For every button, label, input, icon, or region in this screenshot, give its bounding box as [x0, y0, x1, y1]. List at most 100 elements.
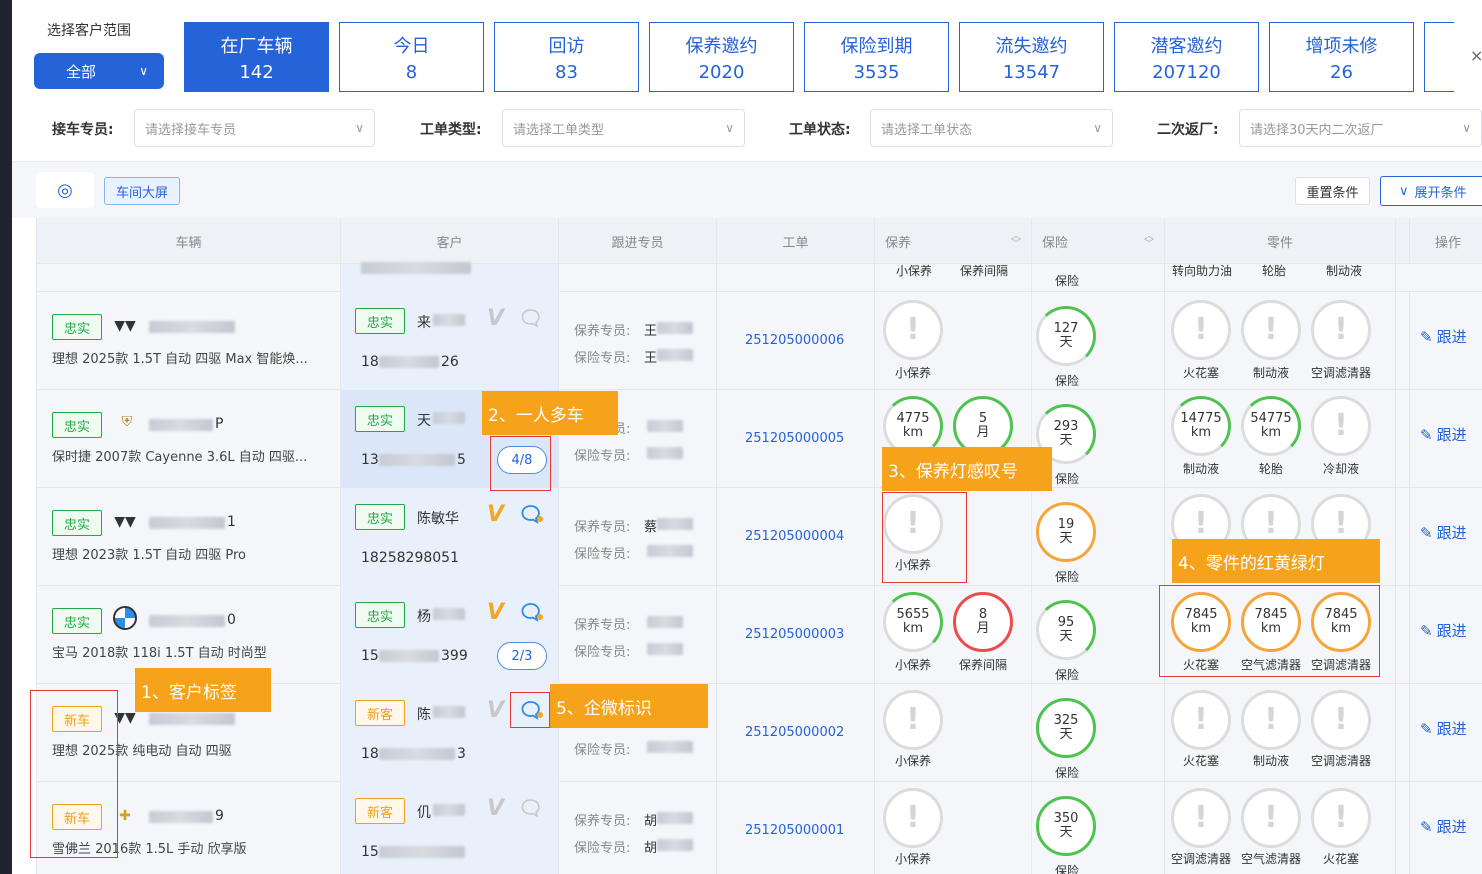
vehicle-model: 理想 2023款 1.5T 自动 四驱 Pro [52, 548, 246, 563]
vip-v-icon: V [487, 796, 505, 821]
gear-icon: ◎ [57, 179, 73, 201]
filter-label-order-status: 工单状态: [789, 122, 851, 138]
phone-masked [379, 748, 455, 760]
stat-value: 2020 [698, 61, 745, 83]
vehicle-cell[interactable]: 忠实 ▼▼ 理想 2025款 1.5T 自动 四驱 Max 智能焕... [37, 292, 341, 390]
alert-ring: ! [1171, 690, 1231, 750]
customer-name: 来 [417, 315, 431, 331]
insurance-ring: 95 天 [1036, 600, 1096, 660]
stat-value: 207120 [1152, 61, 1221, 83]
follow-button[interactable]: ✎ 跟进 [1420, 326, 1467, 347]
ring-label: 空调滤清器 [1310, 754, 1371, 768]
ring-value: 14775 [1180, 411, 1222, 426]
chevron-down-icon: ∨ [139, 64, 148, 78]
ring-unit: 天 [1059, 629, 1073, 644]
phone-masked [361, 262, 471, 274]
vehicle-cell[interactable]: 忠实 ▼▼ 1 理想 2023款 1.5T 自动 四驱 Pro [37, 488, 341, 586]
maint-staff-label: 保养专员: [574, 618, 631, 633]
col-maintenance[interactable]: 保养 ︿ ﹀ [875, 218, 1032, 264]
name-masked [433, 412, 465, 424]
cell [559, 264, 717, 292]
expand-filters-button[interactable]: ∨ 展开条件 [1380, 176, 1482, 206]
order-link[interactable]: 251205000004 [745, 529, 844, 544]
plate-tail: P [215, 416, 224, 432]
insurance-ring: 325 天 [1036, 698, 1096, 758]
bmw-logo-icon [113, 606, 137, 630]
col-customer: 客户 [341, 218, 559, 264]
stat-card-lost-invite[interactable]: 流失邀约 13547 [959, 22, 1104, 92]
scope-select[interactable]: 全部 ∨ [34, 53, 164, 89]
follow-button[interactable]: ✎ 跟进 [1420, 718, 1467, 739]
ring-unit: 天 [1059, 335, 1073, 350]
porsche-logo-icon: ⛨ [121, 414, 133, 430]
action-cell: ✎ 跟进 [1410, 292, 1482, 390]
follow-label: 跟进 [1436, 426, 1467, 444]
ring-unit: km [1260, 425, 1282, 440]
stat-card-overflow[interactable] [1424, 22, 1454, 92]
alert-ring: ! [883, 788, 943, 848]
order-link[interactable]: 251205000002 [745, 725, 844, 740]
vehicle-tag: 忠实 [52, 510, 102, 536]
customer-cell[interactable]: 忠实 杨 V 15 399 2/3 [341, 586, 559, 684]
phone-masked [379, 650, 439, 662]
action-cell: ✎ 跟进 [1410, 488, 1482, 586]
customer-name: 仉 [417, 805, 431, 821]
follow-button[interactable]: ✎ 跟进 [1420, 424, 1467, 445]
stat-card-add-item-unrepaired[interactable]: 增项未修 26 [1269, 22, 1414, 92]
ins-staff-name: 胡 [644, 841, 658, 856]
plate-masked [149, 419, 213, 431]
stats-header: 选择客户范围 全部 ∨ 在厂车辆 142 今日 8 回访 83 保养邀约 202… [12, 0, 1482, 162]
edit-icon: ✎ [1420, 327, 1433, 346]
workshop-screen-button[interactable]: 车间大屏 [104, 177, 180, 205]
customer-name: 陈敏华 [417, 511, 459, 527]
stat-card-in-factory[interactable]: 在厂车辆 142 [184, 22, 329, 92]
stat-card-insurance-due[interactable]: 保险到期 3535 [804, 22, 949, 92]
customer-name: 杨 [417, 609, 431, 625]
sort-icon[interactable]: ︿ ﹀ [1144, 232, 1154, 250]
reset-button[interactable]: 重置条件 [1295, 177, 1370, 205]
wecom-icon[interactable] [521, 798, 545, 818]
receiver-select[interactable]: 请选择接车专员 ∨ [134, 109, 375, 147]
maintenance-cell: ! 小保养 [875, 684, 1032, 782]
stat-card-revisit[interactable]: 回访 83 [494, 22, 639, 92]
insurance-cell: 325 天 保险 [1032, 684, 1165, 782]
wecom-icon[interactable] [521, 308, 545, 328]
insurance-ring: 350 天 [1036, 796, 1096, 856]
stat-card-maintenance-invite[interactable]: 保养邀约 2020 [649, 22, 794, 92]
customer-cell[interactable]: 新客 仉 V 15 [341, 782, 559, 874]
follow-button[interactable]: ✎ 跟进 [1420, 620, 1467, 641]
stat-card-prospect-invite[interactable]: 潜客邀约 207120 [1114, 22, 1259, 92]
follow-label: 跟进 [1436, 328, 1467, 346]
order-link[interactable]: 251205000006 [745, 333, 844, 348]
cell [1396, 390, 1410, 488]
vehicle-tag: 忠实 [52, 608, 102, 634]
customer-cell[interactable]: 忠实 陈敏华 V 18258298051 [341, 488, 559, 586]
follow-button[interactable]: ✎ 跟进 [1420, 522, 1467, 543]
action-cell: ✎ 跟进 [1410, 586, 1482, 684]
customer-phone-head: 13 [361, 452, 379, 468]
ring-label: 保养间隔 [958, 658, 1007, 672]
part-ring: 54775 km [1241, 396, 1301, 456]
ring-label: 火花塞 [1322, 852, 1359, 866]
alert-ring: ! [1311, 396, 1371, 456]
customer-cell[interactable]: 忠实 来 V 18 26 [341, 292, 559, 390]
order-link[interactable]: 251205000003 [745, 627, 844, 642]
wecom-icon[interactable] [521, 602, 545, 622]
close-icon[interactable]: × [1470, 46, 1482, 65]
wecom-icon[interactable] [521, 504, 545, 524]
col-insurance[interactable]: 保险 ︿ ﹀ [1032, 218, 1165, 264]
sort-icon[interactable]: ︿ ﹀ [1011, 232, 1021, 250]
order-link[interactable]: 251205000001 [745, 823, 844, 838]
multi-car-badge[interactable]: 2/3 [497, 642, 547, 670]
customer-tag: 新客 [355, 700, 405, 726]
order-link[interactable]: 251205000005 [745, 431, 844, 446]
settings-button[interactable]: ◎ [36, 172, 94, 208]
follow-button[interactable]: ✎ 跟进 [1420, 816, 1467, 837]
stat-card-today[interactable]: 今日 8 [339, 22, 484, 92]
order-status-select[interactable]: 请选择工单状态 ∨ [870, 109, 1113, 147]
highlight-box-maint [882, 492, 967, 583]
second-return-select[interactable]: 请选择30天内二次返厂 ∨ [1239, 109, 1482, 147]
order-type-select[interactable]: 请选择工单类型 ∨ [502, 109, 745, 147]
customer-phone-tail: 3 [457, 746, 466, 762]
vehicle-cell[interactable]: 忠实 ⛨ P 保时捷 2007款 Cayenne 3.6L 自动 四驱... [37, 390, 341, 488]
